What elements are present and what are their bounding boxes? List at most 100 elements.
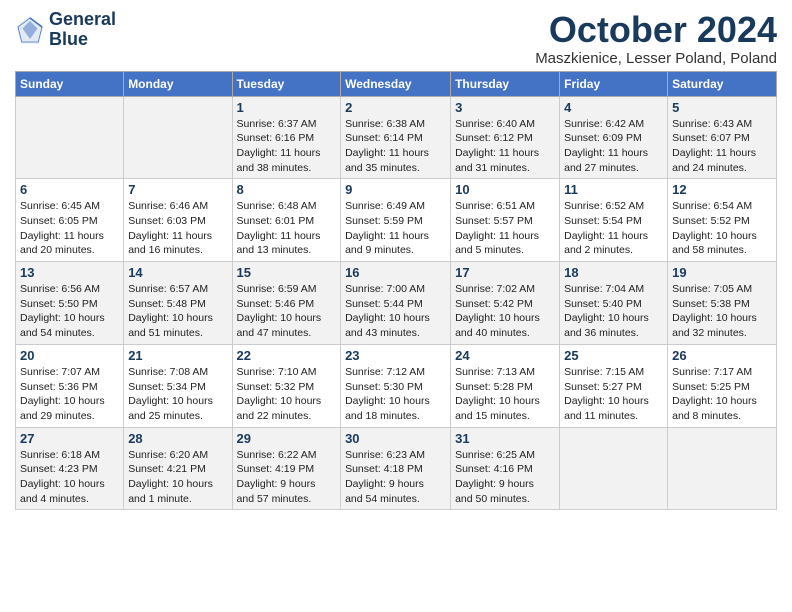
- day-info: Sunrise: 6:25 AMSunset: 4:16 PMDaylight:…: [455, 448, 555, 507]
- day-number: 25: [564, 348, 663, 363]
- day-info: Sunrise: 6:43 AMSunset: 6:07 PMDaylight:…: [672, 117, 772, 176]
- calendar-cell: 5 Sunrise: 6:43 AMSunset: 6:07 PMDaylight…: [668, 96, 777, 179]
- calendar-cell: 7 Sunrise: 6:46 AMSunset: 6:03 PMDaylight…: [124, 179, 232, 262]
- calendar-cell: 30Sunrise: 6:23 AMSunset: 4:18 PMDayligh…: [341, 427, 451, 510]
- day-number: 8: [237, 182, 337, 197]
- day-info: Sunrise: 6:42 AMSunset: 6:09 PMDaylight:…: [564, 117, 663, 176]
- day-header-tuesday: Tuesday: [232, 71, 341, 96]
- day-header-friday: Friday: [560, 71, 668, 96]
- day-number: 12: [672, 182, 772, 197]
- day-number: 18: [564, 265, 663, 280]
- day-info: Sunrise: 6:57 AMSunset: 5:48 PMDaylight:…: [128, 282, 227, 341]
- calendar-cell: 21 Sunrise: 7:08 AMSunset: 5:34 PMDayligh…: [124, 344, 232, 427]
- calendar-cell: 1 Sunrise: 6:37 AMSunset: 6:16 PMDaylight…: [232, 96, 341, 179]
- day-number: 2: [345, 100, 446, 115]
- day-number: 9: [345, 182, 446, 197]
- day-info: Sunrise: 6:18 AMSunset: 4:23 PMDaylight:…: [20, 448, 119, 507]
- day-info: Sunrise: 6:23 AMSunset: 4:18 PMDaylight:…: [345, 448, 446, 507]
- day-info: Sunrise: 7:12 AMSunset: 5:30 PMDaylight:…: [345, 365, 446, 424]
- day-info: Sunrise: 6:56 AMSunset: 5:50 PMDaylight:…: [20, 282, 119, 341]
- calendar-cell: 10 Sunrise: 6:51 AMSunset: 5:57 PMDayligh…: [451, 179, 560, 262]
- calendar-cell: 3Sunrise: 6:40 AMSunset: 6:12 PMDaylight…: [451, 96, 560, 179]
- day-number: 13: [20, 265, 119, 280]
- day-number: 4: [564, 100, 663, 115]
- calendar-cell: 20Sunrise: 7:07 AMSunset: 5:36 PMDayligh…: [16, 344, 124, 427]
- calendar-cell: 4 Sunrise: 6:42 AMSunset: 6:09 PMDaylight…: [560, 96, 668, 179]
- day-info: Sunrise: 7:10 AMSunset: 5:32 PMDaylight:…: [237, 365, 337, 424]
- day-header-monday: Monday: [124, 71, 232, 96]
- day-number: 22: [237, 348, 337, 363]
- day-info: Sunrise: 6:48 AMSunset: 6:01 PMDaylight:…: [237, 199, 337, 258]
- day-info: Sunrise: 6:46 AMSunset: 6:03 PMDaylight:…: [128, 199, 227, 258]
- day-number: 21: [128, 348, 227, 363]
- calendar-cell: 8 Sunrise: 6:48 AMSunset: 6:01 PMDaylight…: [232, 179, 341, 262]
- day-number: 28: [128, 431, 227, 446]
- calendar-cell: 13 Sunrise: 6:56 AMSunset: 5:50 PMDayligh…: [16, 262, 124, 345]
- calendar-cell: 29Sunrise: 6:22 AMSunset: 4:19 PMDayligh…: [232, 427, 341, 510]
- location-title: Maszkienice, Lesser Poland, Poland: [535, 50, 777, 67]
- day-number: 11: [564, 182, 663, 197]
- day-header-thursday: Thursday: [451, 71, 560, 96]
- calendar-header-row: SundayMondayTuesdayWednesdayThursdayFrid…: [16, 71, 777, 96]
- calendar-cell: [560, 427, 668, 510]
- month-title: October 2024: [535, 10, 777, 50]
- calendar-cell: 25 Sunrise: 7:15 AMSunset: 5:27 PMDayligh…: [560, 344, 668, 427]
- calendar-cell: 16Sunrise: 7:00 AMSunset: 5:44 PMDayligh…: [341, 262, 451, 345]
- day-info: Sunrise: 7:05 AMSunset: 5:38 PMDaylight:…: [672, 282, 772, 341]
- calendar-cell: 22 Sunrise: 7:10 AMSunset: 5:32 PMDayligh…: [232, 344, 341, 427]
- day-info: Sunrise: 6:51 AMSunset: 5:57 PMDaylight:…: [455, 199, 555, 258]
- day-number: 7: [128, 182, 227, 197]
- calendar-week-row: 13 Sunrise: 6:56 AMSunset: 5:50 PMDayligh…: [16, 262, 777, 345]
- calendar-week-row: 1 Sunrise: 6:37 AMSunset: 6:16 PMDaylight…: [16, 96, 777, 179]
- calendar-cell: 27 Sunrise: 6:18 AMSunset: 4:23 PMDayligh…: [16, 427, 124, 510]
- calendar-week-row: 20Sunrise: 7:07 AMSunset: 5:36 PMDayligh…: [16, 344, 777, 427]
- day-info: Sunrise: 7:08 AMSunset: 5:34 PMDaylight:…: [128, 365, 227, 424]
- day-number: 27: [20, 431, 119, 446]
- day-header-sunday: Sunday: [16, 71, 124, 96]
- day-info: Sunrise: 6:59 AMSunset: 5:46 PMDaylight:…: [237, 282, 337, 341]
- day-info: Sunrise: 6:20 AMSunset: 4:21 PMDaylight:…: [128, 448, 227, 507]
- day-number: 15: [237, 265, 337, 280]
- day-number: 16: [345, 265, 446, 280]
- day-number: 29: [237, 431, 337, 446]
- day-number: 14: [128, 265, 227, 280]
- day-number: 31: [455, 431, 555, 446]
- calendar-cell: [16, 96, 124, 179]
- day-header-saturday: Saturday: [668, 71, 777, 96]
- calendar-cell: 19Sunrise: 7:05 AMSunset: 5:38 PMDayligh…: [668, 262, 777, 345]
- day-info: Sunrise: 6:52 AMSunset: 5:54 PMDaylight:…: [564, 199, 663, 258]
- calendar-cell: 11 Sunrise: 6:52 AMSunset: 5:54 PMDayligh…: [560, 179, 668, 262]
- day-info: Sunrise: 7:02 AMSunset: 5:42 PMDaylight:…: [455, 282, 555, 341]
- calendar-cell: 18 Sunrise: 7:04 AMSunset: 5:40 PMDayligh…: [560, 262, 668, 345]
- calendar-cell: [124, 96, 232, 179]
- calendar-table: SundayMondayTuesdayWednesdayThursdayFrid…: [15, 71, 777, 511]
- logo: General Blue: [15, 10, 116, 50]
- calendar-cell: 2 Sunrise: 6:38 AMSunset: 6:14 PMDaylight…: [341, 96, 451, 179]
- day-info: Sunrise: 6:38 AMSunset: 6:14 PMDaylight:…: [345, 117, 446, 176]
- day-number: 5: [672, 100, 772, 115]
- day-number: 6: [20, 182, 119, 197]
- calendar-cell: 23 Sunrise: 7:12 AMSunset: 5:30 PMDayligh…: [341, 344, 451, 427]
- day-info: Sunrise: 7:13 AMSunset: 5:28 PMDaylight:…: [455, 365, 555, 424]
- day-info: Sunrise: 6:49 AMSunset: 5:59 PMDaylight:…: [345, 199, 446, 258]
- day-number: 1: [237, 100, 337, 115]
- day-number: 17: [455, 265, 555, 280]
- page-header: General Blue October 2024 Maszkienice, L…: [15, 10, 777, 67]
- calendar-cell: 17 Sunrise: 7:02 AMSunset: 5:42 PMDayligh…: [451, 262, 560, 345]
- day-number: 20: [20, 348, 119, 363]
- calendar-cell: 31 Sunrise: 6:25 AMSunset: 4:16 PMDayligh…: [451, 427, 560, 510]
- day-info: Sunrise: 6:37 AMSunset: 6:16 PMDaylight:…: [237, 117, 337, 176]
- day-number: 10: [455, 182, 555, 197]
- day-number: 24: [455, 348, 555, 363]
- day-number: 23: [345, 348, 446, 363]
- day-info: Sunrise: 7:04 AMSunset: 5:40 PMDaylight:…: [564, 282, 663, 341]
- title-section: October 2024 Maszkienice, Lesser Poland,…: [535, 10, 777, 67]
- calendar-cell: 28 Sunrise: 6:20 AMSunset: 4:21 PMDayligh…: [124, 427, 232, 510]
- day-info: Sunrise: 7:17 AMSunset: 5:25 PMDaylight:…: [672, 365, 772, 424]
- calendar-cell: 9 Sunrise: 6:49 AMSunset: 5:59 PMDaylight…: [341, 179, 451, 262]
- day-number: 26: [672, 348, 772, 363]
- day-info: Sunrise: 7:15 AMSunset: 5:27 PMDaylight:…: [564, 365, 663, 424]
- day-info: Sunrise: 6:54 AMSunset: 5:52 PMDaylight:…: [672, 199, 772, 258]
- day-header-wednesday: Wednesday: [341, 71, 451, 96]
- calendar-cell: 6Sunrise: 6:45 AMSunset: 6:05 PMDaylight…: [16, 179, 124, 262]
